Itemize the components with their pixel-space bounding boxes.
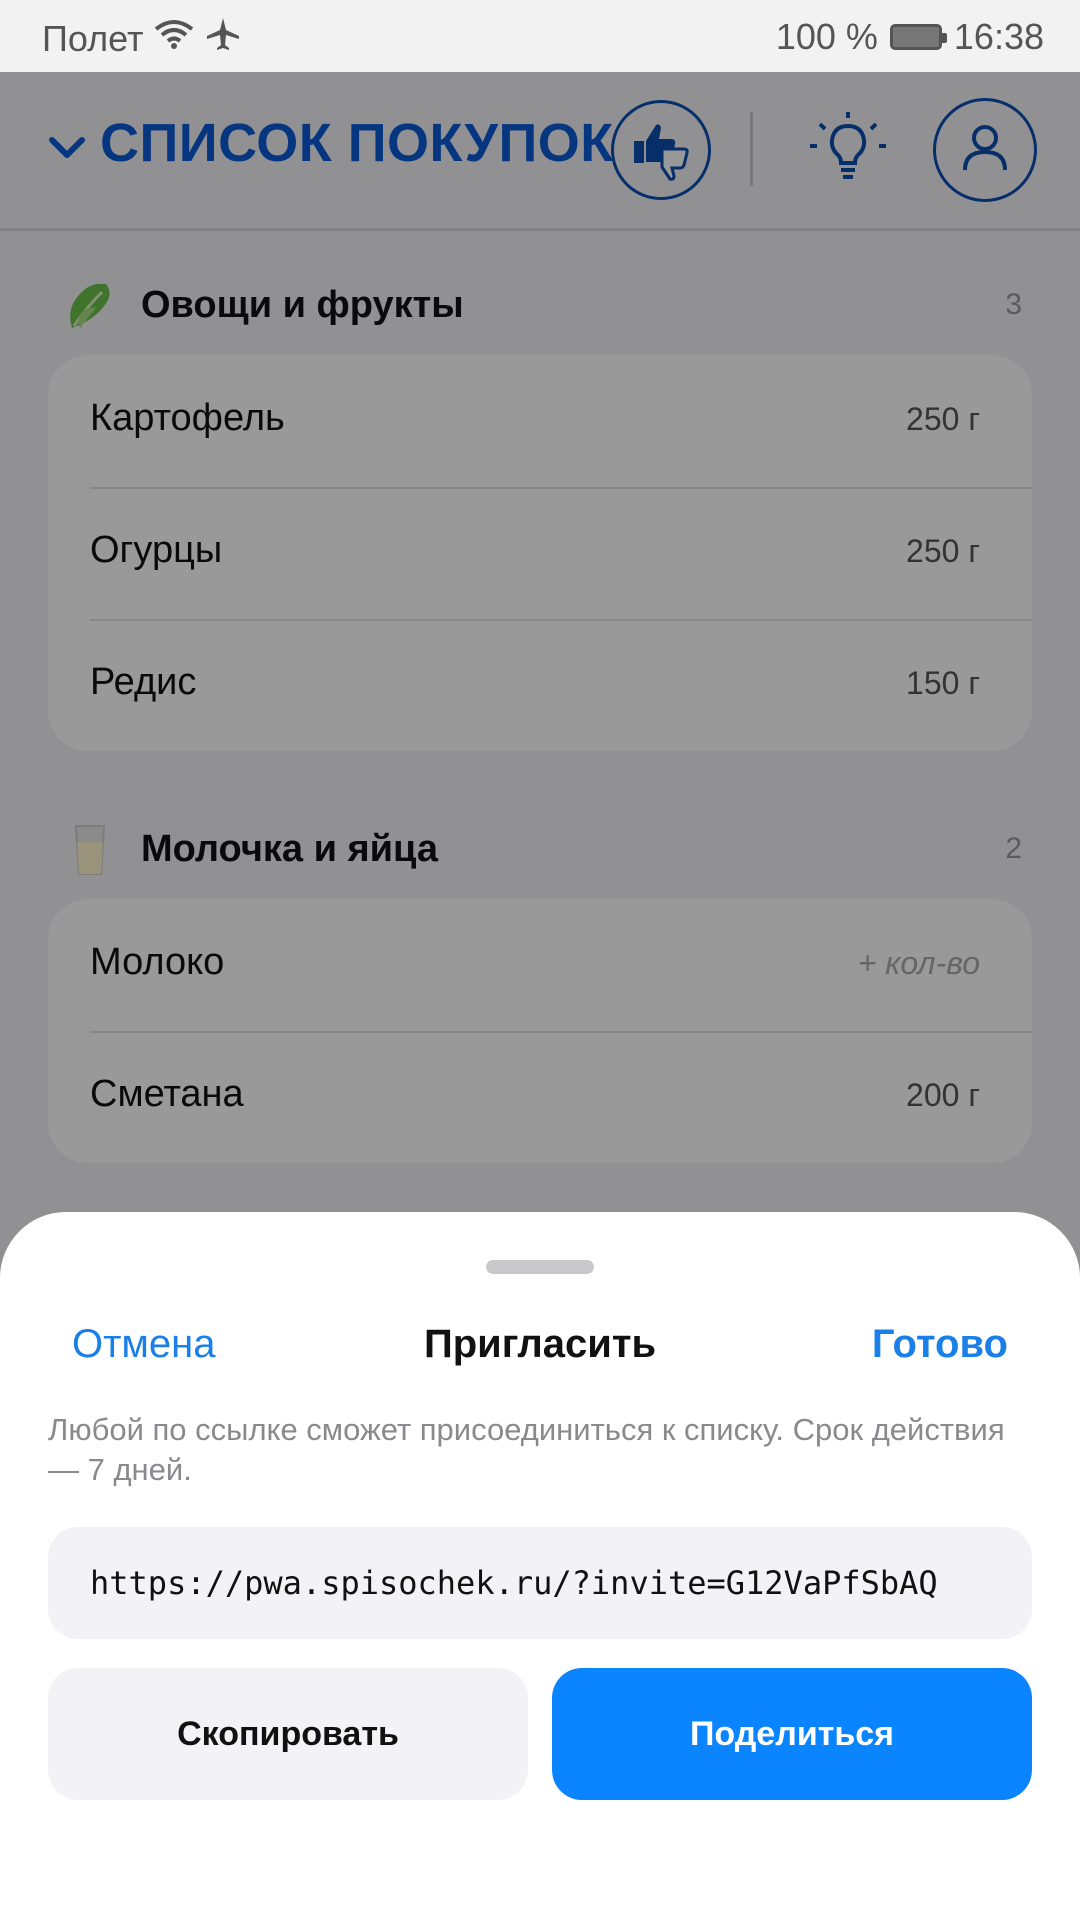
done-button[interactable]: Готово bbox=[872, 1322, 1008, 1367]
wifi-icon bbox=[153, 17, 195, 60]
copy-button[interactable]: Скопировать bbox=[48, 1668, 528, 1800]
carrier-label: Полет bbox=[42, 17, 144, 59]
battery-icon bbox=[889, 24, 947, 50]
invite-link-field[interactable]: https://pwa.spisochek.ru/?invite=G12VaPf… bbox=[48, 1527, 1032, 1639]
cancel-button[interactable]: Отмена bbox=[72, 1322, 216, 1367]
sheet-grabber[interactable] bbox=[486, 1260, 594, 1274]
airplane-icon bbox=[205, 16, 241, 61]
invite-sheet: Пригласить Отмена Готово Любой по ссылке… bbox=[0, 1212, 1080, 1920]
battery-percent: 100 % bbox=[775, 16, 878, 57]
clock: 16:38 bbox=[953, 16, 1044, 57]
status-bar: Полет 100 % 16:38 bbox=[0, 0, 1080, 72]
share-button[interactable]: Поделиться bbox=[552, 1668, 1032, 1800]
invite-link: https://pwa.spisochek.ru/?invite=G12VaPf… bbox=[90, 1564, 938, 1602]
invite-description: Любой по ссылке сможет присоединиться к … bbox=[48, 1412, 1005, 1487]
